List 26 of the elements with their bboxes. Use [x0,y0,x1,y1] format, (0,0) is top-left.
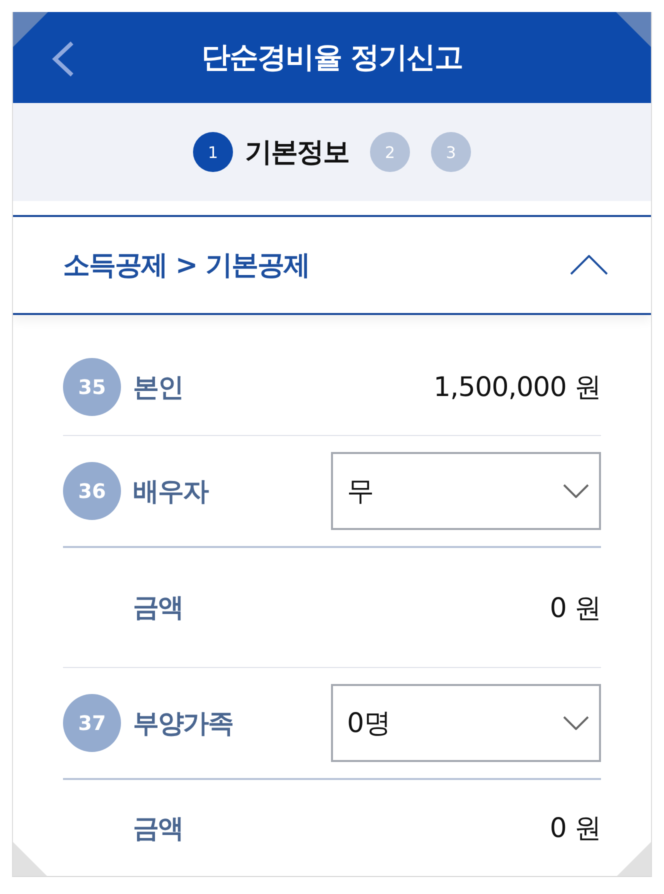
amount-value: 0 원 [550,812,601,846]
page-title: 단순경비율 정기신고 [201,38,463,76]
photo-corner-drawing [13,12,48,48]
section-header[interactable]: 소득공제 > 기본공제 [13,215,651,315]
dropdown-field[interactable]: 0명 [331,684,601,762]
amount-value: 1,500,000 원 [434,371,601,405]
field-label: 본인 [133,372,183,404]
item-number: 37 [63,694,121,752]
step-number: 2 [370,132,410,172]
item-number: 36 [63,462,121,520]
chevron-down-icon [563,484,589,498]
amount-value: 0 원 [550,592,601,626]
item-number: 35 [63,358,121,416]
photo-corner-drawing [616,841,651,876]
step-number: 3 [431,132,471,172]
step-number: 1 [193,132,233,172]
photo-corner-drawing [13,841,48,876]
field-label: 배우자 [133,476,208,508]
dropdown-field[interactable]: 무 [331,452,601,530]
photo-corner-drawing [616,12,651,48]
chevron-down-icon [563,716,589,730]
field-label: 금액 [133,592,183,625]
field-label: 금액 [133,812,183,846]
step-label: 기본정보 [245,136,349,170]
back-icon[interactable] [51,41,75,77]
field-label: 부양가족 [133,708,233,740]
